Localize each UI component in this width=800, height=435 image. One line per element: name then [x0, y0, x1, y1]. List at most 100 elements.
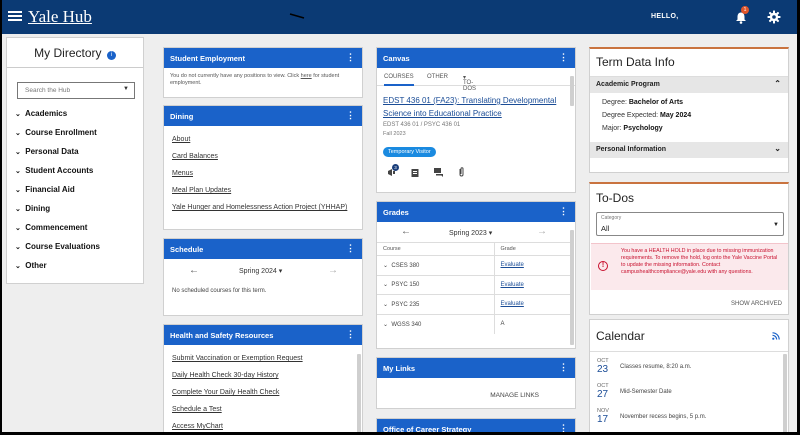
dining-link-about[interactable]: About: [172, 136, 354, 153]
chevron-down-icon[interactable]: ⌄: [383, 322, 388, 328]
gear-icon[interactable]: [767, 10, 781, 24]
directory-item-course-evaluations[interactable]: ⌄ Course Evaluations: [15, 242, 100, 261]
scrollbar[interactable]: [783, 354, 787, 432]
directory-item-label: Dining: [25, 204, 51, 213]
canvas-tabs: COURSES OTHER TO-DOS ▾: [377, 68, 575, 92]
more-options-icon[interactable]: ⋮: [346, 329, 355, 339]
health-link-daily-check[interactable]: Complete Your Daily Health Check: [172, 389, 354, 406]
more-options-icon[interactable]: ⋮: [559, 362, 568, 372]
arrow-left-icon[interactable]: ←: [401, 226, 411, 237]
directory-item-academics[interactable]: ⌄ Academics: [15, 109, 100, 128]
major-row: Major: Psychology: [590, 125, 788, 138]
directory-item-label: Course Enrollment: [25, 128, 97, 137]
chevron-down-icon[interactable]: ⌄: [383, 302, 388, 308]
personal-information-section[interactable]: Personal Information ⌄: [590, 142, 788, 158]
arrow-right-icon[interactable]: →: [537, 226, 547, 237]
directory-item-personal-data[interactable]: ⌄ Personal Data: [15, 147, 100, 166]
app-frame: Yale Hub HELLO, 1 My Directory i Search …: [0, 0, 800, 435]
calendar-event[interactable]: OCT 27 Mid-Semester Date: [590, 380, 788, 405]
table-row[interactable]: ⌄ PSYC 150 Evaluate: [377, 274, 571, 295]
menu-icon[interactable]: [8, 9, 22, 23]
search-hub-input[interactable]: Search the Hub ▼: [17, 82, 135, 99]
directory-item-commencement[interactable]: ⌄ Commencement: [15, 223, 100, 242]
chevron-down-icon[interactable]: ⌄: [383, 282, 388, 288]
category-value: All: [601, 224, 610, 233]
employment-message: You do not currently have any positions …: [164, 68, 362, 92]
more-options-icon[interactable]: ⋮: [346, 243, 355, 253]
directory-item-financial-aid[interactable]: ⌄ Financial Aid: [15, 185, 100, 204]
calendar-card: Calendar OCT 23 Classes resume, 8:20 a.m. …: [589, 319, 789, 432]
table-row[interactable]: ⌄ CSES 380 Evaluate: [377, 255, 571, 275]
course-code: CSES 380: [391, 262, 420, 269]
attachment-icon[interactable]: [458, 167, 465, 177]
announcement-count-badge: 3: [392, 164, 399, 171]
arrow-right-icon[interactable]: →: [328, 265, 338, 276]
academic-program-section[interactable]: Academic Program ⌃: [590, 77, 788, 93]
more-options-icon[interactable]: ⋮: [559, 206, 568, 216]
calendar-event[interactable]: NOV 17 November recess begins, 5 p.m.: [590, 405, 788, 430]
table-row[interactable]: ⌄ PSYC 235 Evaluate: [377, 294, 571, 314]
chevron-down-icon[interactable]: ⌄: [383, 263, 388, 269]
major-label: Major:: [602, 125, 622, 132]
dining-link-card-balances[interactable]: Card Balances: [172, 153, 354, 170]
evaluate-link[interactable]: Evaluate: [501, 262, 524, 268]
event-text: Classes resume, 8:20 a.m.: [620, 364, 692, 370]
degree-expected-label: Degree Expected:: [602, 112, 659, 119]
card-header: Dining ⋮: [164, 106, 362, 126]
table-header-row: Course Grade: [377, 242, 571, 256]
search-placeholder: Search the Hub: [25, 87, 71, 94]
manage-links-button[interactable]: MANAGE LINKS: [490, 392, 539, 399]
employment-here-link[interactable]: here: [301, 73, 312, 79]
card-header: My Links ⋮: [377, 358, 575, 378]
scrollbar[interactable]: [357, 354, 361, 432]
tab-todos-label: TO-DOS: [463, 80, 477, 92]
dining-link-meal-plan-updates[interactable]: Meal Plan Updates: [172, 187, 354, 204]
yale-hub-logo[interactable]: Yale Hub: [28, 7, 92, 27]
category-label: Category: [601, 215, 622, 221]
table-row[interactable]: ⌄ WGSS 340 A: [377, 313, 571, 334]
card-title: Schedule: [170, 245, 204, 254]
more-options-icon[interactable]: ⋮: [346, 110, 355, 120]
directory-item-other[interactable]: ⌄ Other: [15, 261, 100, 280]
tab-other[interactable]: OTHER: [427, 74, 448, 80]
dining-link-yhhap[interactable]: Yale Hunger and Homelessness Action Proj…: [172, 204, 354, 221]
scrollbar[interactable]: [570, 76, 574, 106]
term-select[interactable]: Spring 2023 ▾: [449, 229, 492, 237]
discussion-icon[interactable]: [434, 168, 443, 177]
more-options-icon[interactable]: ⋮: [559, 423, 568, 432]
health-link-mychart[interactable]: Access MyChart: [172, 423, 354, 432]
directory-item-label: Other: [25, 261, 47, 270]
more-options-icon[interactable]: ⋮: [559, 52, 568, 62]
tab-courses[interactable]: COURSES: [384, 74, 414, 86]
health-link-vaccination[interactable]: Submit Vaccination or Exemption Request: [172, 355, 354, 372]
chevron-down-icon: ⌄: [774, 144, 781, 153]
dining-link-menus[interactable]: Menus: [172, 170, 354, 187]
cursor-mark: [289, 13, 305, 19]
assignment-icon[interactable]: [411, 168, 419, 177]
card-header: Canvas ⋮: [377, 48, 575, 68]
category-select[interactable]: Category All ▼: [596, 212, 784, 236]
notification-badge: 1: [741, 6, 749, 14]
info-icon[interactable]: i: [106, 51, 116, 60]
term-select[interactable]: Spring 2024 ▾: [239, 267, 282, 275]
evaluate-link[interactable]: Evaluate: [501, 282, 524, 288]
rss-icon[interactable]: [772, 332, 780, 340]
course-title-link[interactable]: EDST 436 01 (FA23): Translating Developm…: [377, 94, 575, 120]
canvas-card: Canvas ⋮ COURSES OTHER TO-DOS ▾ EDST 436 …: [376, 47, 576, 193]
health-link-history[interactable]: Daily Health Check 30-day History: [172, 372, 354, 389]
arrow-left-icon[interactable]: ←: [189, 265, 199, 276]
scrollbar[interactable]: [570, 230, 574, 345]
more-options-icon[interactable]: ⋮: [346, 52, 355, 62]
directory-item-course-enrollment[interactable]: ⌄ Course Enrollment: [15, 128, 100, 147]
show-archived-button[interactable]: SHOW ARCHIVED: [731, 301, 782, 307]
evaluate-link[interactable]: Evaluate: [501, 301, 524, 307]
calendar-event[interactable]: OCT 23 Classes resume, 8:20 a.m.: [590, 355, 788, 380]
directory-item-dining[interactable]: ⌄ Dining: [15, 204, 100, 223]
card-header: Office of Career Strategy ⋮: [377, 419, 575, 432]
card-title: Health and Safety Resources: [170, 331, 274, 340]
tab-todos[interactable]: TO-DOS ▾: [463, 74, 476, 92]
directory-item-student-accounts[interactable]: ⌄ Student Accounts: [15, 166, 100, 185]
major-value: Psychology: [623, 125, 663, 132]
health-link-schedule-test[interactable]: Schedule a Test: [172, 406, 354, 423]
health-hold-alert[interactable]: ! You have a HEALTH HOLD in place due to…: [591, 243, 788, 290]
